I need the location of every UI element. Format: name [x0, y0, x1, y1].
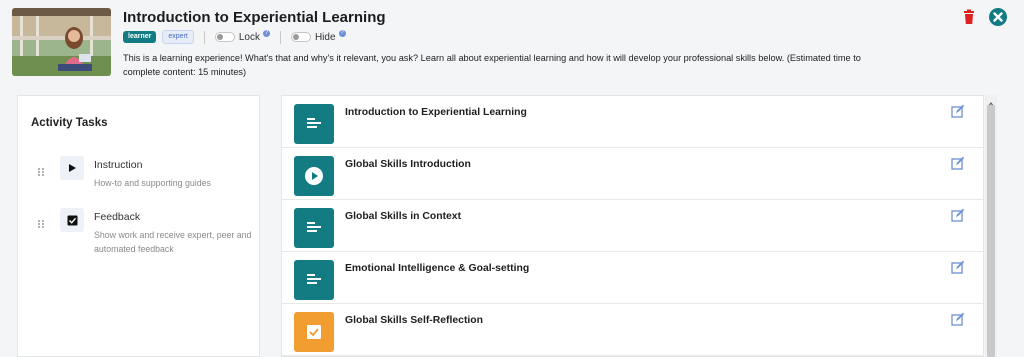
hide-help-icon[interactable]: ? [338, 29, 346, 37]
scrollbar[interactable] [985, 95, 997, 357]
item-title: Introduction to Experiential Learning [345, 107, 527, 118]
task-description: Show work and receive expert, peer and a… [94, 230, 252, 254]
item-title: Global Skills in Context [345, 211, 462, 222]
content-list: Introduction to Experiential Learning Gl… [281, 95, 984, 357]
item-title: Global Skills Introduction [345, 159, 471, 170]
lock-help-icon[interactable]: ? [262, 29, 270, 37]
hide-toggle-group: Hide ? [290, 29, 346, 43]
text-lines-icon [294, 208, 334, 248]
edit-icon[interactable] [951, 260, 965, 274]
activity-thumbnail [12, 8, 111, 76]
task-name: Feedback [94, 211, 141, 223]
activity-tasks-title: Activity Tasks [31, 117, 108, 129]
lock-toggle[interactable] [214, 32, 235, 42]
lock-label: Lock [238, 31, 260, 43]
play-circle-icon [294, 156, 334, 196]
hide-label: Hide [314, 31, 336, 43]
hide-toggle[interactable] [290, 32, 311, 42]
drag-handle-icon[interactable] [37, 164, 45, 176]
divider [279, 30, 281, 44]
edit-icon[interactable] [951, 312, 965, 326]
lock-toggle-group: Lock ? [214, 29, 270, 43]
edit-icon[interactable] [951, 156, 965, 170]
activity-header: Introduction to Experiential Learning le… [0, 0, 1024, 92]
text-lines-icon [294, 104, 334, 144]
activity-description: This is a learning experience! What's th… [123, 53, 861, 77]
expert-badge[interactable]: expert [162, 30, 194, 44]
drag-handle-icon[interactable] [37, 216, 45, 228]
activity-controls: learner expert Lock ? Hide ? [123, 29, 346, 44]
list-item[interactable]: Emotional Intelligence & Goal-setting [282, 252, 983, 304]
list-item[interactable]: Introduction to Experiential Learning [282, 96, 983, 148]
scroll-up-arrow-icon[interactable] [987, 96, 995, 108]
task-name: Instruction [94, 159, 143, 171]
item-title: Global Skills Self-Reflection [345, 315, 483, 326]
trash-icon[interactable] [962, 9, 976, 25]
item-title: Emotional Intelligence & Goal-setting [345, 263, 530, 274]
text-lines-icon [294, 260, 334, 300]
scrollbar-thumb[interactable] [987, 105, 995, 357]
task-description: How-to and supporting guides [94, 178, 211, 188]
checkbox-icon [60, 208, 84, 232]
list-item[interactable]: Global Skills Introduction [282, 148, 983, 200]
list-item[interactable]: Global Skills in Context [282, 200, 983, 252]
close-circle-icon[interactable] [989, 8, 1007, 26]
divider [203, 30, 205, 44]
activity-tasks-panel: Activity Tasks Instruction How-to and su… [17, 95, 260, 357]
edit-icon[interactable] [951, 208, 965, 222]
activity-title: Introduction to Experiential Learning [123, 9, 386, 26]
checkbox-icon [294, 312, 334, 352]
edit-icon[interactable] [951, 104, 965, 118]
play-icon [60, 156, 84, 180]
learner-badge[interactable]: learner [123, 31, 157, 43]
list-item[interactable]: Global Skills Self-Reflection [282, 304, 983, 356]
